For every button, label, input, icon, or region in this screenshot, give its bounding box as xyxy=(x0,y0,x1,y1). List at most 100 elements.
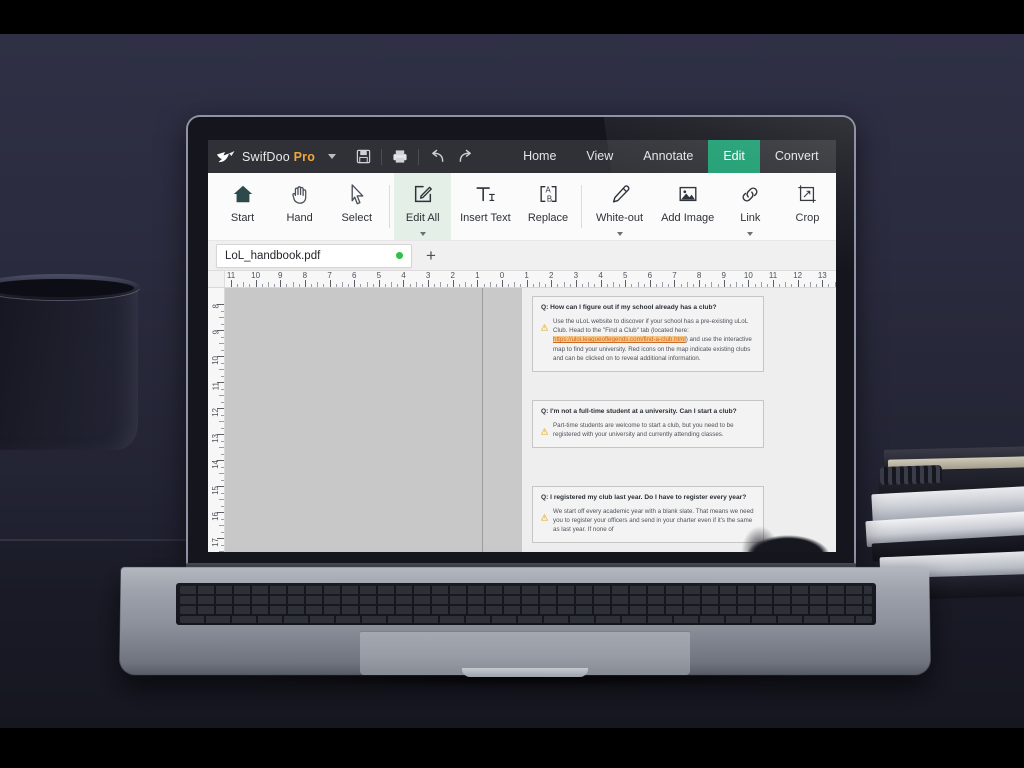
ruler-subtick xyxy=(471,284,473,287)
faq-card[interactable]: Q: I'm not a full-time student at a univ… xyxy=(532,400,764,448)
ribbon-button-insert-text[interactable]: Insert Text xyxy=(451,173,519,240)
app-brand: SwifDoo Pro xyxy=(216,149,337,165)
ruler-subtick xyxy=(619,284,621,287)
ruler-subtick xyxy=(219,395,224,396)
vertical-ruler[interactable]: 8 9 10 11 12 13 14 15 16 17 xyxy=(208,288,225,552)
redo-button[interactable] xyxy=(452,145,478,169)
menu-item-view[interactable]: View xyxy=(571,140,628,173)
chevron-down-icon[interactable] xyxy=(419,232,426,236)
ribbon-button-start[interactable]: Start xyxy=(214,173,271,240)
page-gutter xyxy=(484,288,522,552)
ruler-subtick xyxy=(686,282,688,287)
ruler-label: 13 xyxy=(817,271,827,280)
ruler-subtick xyxy=(606,284,608,287)
ruler-subtick xyxy=(219,473,224,474)
menu-item-convert[interactable]: Convert xyxy=(760,140,834,173)
ruler-subtick xyxy=(816,284,818,287)
ruler-tick xyxy=(452,280,454,287)
ruler-subtick xyxy=(631,284,633,287)
title-bar: SwifDoo Pro Home View Annotate Edit Conv… xyxy=(208,140,836,173)
ruler-tick xyxy=(625,280,627,287)
unsaved-indicator-dot xyxy=(396,252,403,259)
ribbon-button-add-image[interactable]: Add Image xyxy=(654,173,722,240)
faq-card[interactable]: Q: How can I figure out if my school alr… xyxy=(532,296,764,372)
ruler-subtick xyxy=(662,282,664,287)
ruler-label: 8 xyxy=(696,271,702,280)
page-left-pane xyxy=(225,288,483,552)
ruler-subtick xyxy=(760,282,762,287)
ruler-label: 12 xyxy=(793,271,803,280)
ribbon-button-link[interactable]: Link xyxy=(722,173,779,240)
document-tab-strip: LoL_handbook.pdf + xyxy=(208,241,836,271)
ruler-subtick xyxy=(637,282,639,287)
chevron-down-icon[interactable] xyxy=(747,232,754,236)
ruler-subtick xyxy=(421,284,423,287)
new-tab-button[interactable]: + xyxy=(418,244,444,268)
ruler-tick xyxy=(748,280,750,287)
ribbon-button-hand[interactable]: Hand xyxy=(271,173,328,240)
ruler-subtick xyxy=(828,284,830,287)
chevron-down-icon[interactable] xyxy=(616,232,623,236)
menu-item-annotate[interactable]: Annotate xyxy=(628,140,708,173)
laptop-front-notch xyxy=(462,668,588,677)
ribbon-button-label: Start xyxy=(230,212,255,224)
ruler-subtick xyxy=(372,284,374,287)
ruler-label: 8 xyxy=(211,304,220,309)
ruler-subtick xyxy=(742,284,744,287)
document-tab[interactable]: LoL_handbook.pdf xyxy=(216,243,412,268)
ruler-subtick xyxy=(221,427,224,429)
warning-triangle-icon xyxy=(541,323,548,331)
ruler-subtick xyxy=(495,284,497,287)
ruler-tick xyxy=(477,280,479,287)
ruler-subtick xyxy=(341,282,343,287)
ruler-label: 5 xyxy=(622,271,628,280)
ribbon-button-select[interactable]: Select xyxy=(328,173,385,240)
svg-text:A: A xyxy=(545,186,551,195)
brand-text: SwifDoo Pro xyxy=(242,149,316,164)
ruler-subtick xyxy=(668,284,670,287)
menu-item-edit[interactable]: Edit xyxy=(708,140,760,173)
faq-card[interactable]: Q: I registered my club last year. Do I … xyxy=(532,486,764,543)
ruler-label: 11 xyxy=(211,382,220,391)
ruler-subtick xyxy=(508,284,510,287)
ribbon-button-edit-all[interactable]: Edit All xyxy=(394,173,452,240)
warning-triangle-icon xyxy=(541,421,548,440)
save-button[interactable] xyxy=(350,145,376,169)
ruler-subtick xyxy=(221,492,224,494)
ruler-subtick xyxy=(267,282,269,287)
ruler-subtick xyxy=(834,282,836,287)
pdf-page[interactable]: Q: How can I figure out if my school alr… xyxy=(522,288,836,552)
ruler-label: 12 xyxy=(211,408,220,417)
ribbon-button-replace[interactable]: A B Replace xyxy=(519,173,576,240)
undo-icon xyxy=(431,149,443,162)
ruler-label: 11 xyxy=(226,271,236,280)
print-button[interactable] xyxy=(387,145,413,169)
ruler-subtick xyxy=(221,349,224,351)
chevron-down-icon[interactable] xyxy=(328,154,337,159)
ruler-subtick xyxy=(221,401,224,403)
ruler-subtick xyxy=(612,282,614,287)
menu-item-home[interactable]: Home xyxy=(508,140,571,173)
ruler-subtick xyxy=(335,284,337,287)
ruler-subtick xyxy=(391,282,393,287)
swifdoo-pro-application: SwifDoo Pro Home View Annotate Edit Conv… xyxy=(208,140,836,552)
ribbon-button-crop[interactable]: Crop xyxy=(779,173,836,240)
ruler-subtick xyxy=(483,284,485,287)
ribbon-button-white-out[interactable]: White-out xyxy=(585,173,653,240)
ruler-subtick xyxy=(221,323,224,325)
ruler-subtick xyxy=(221,466,224,468)
ribbon-divider xyxy=(389,185,391,228)
horizontal-ruler[interactable]: 11 10 9 8 7 6 5 4 3 2 1 0 1 2 3 4 5 6 7 8 9 10 11 12 13 xyxy=(208,271,836,288)
faq-answer-link[interactable]: https://uloi.leagueoflegends.com/find-a-… xyxy=(553,336,686,344)
document-canvas[interactable]: Q: How can I figure out if my school alr… xyxy=(225,288,836,552)
faq-answer-row: Part-time students are welcome to start … xyxy=(541,421,755,440)
ruler-tick xyxy=(231,280,232,287)
ruler-subtick xyxy=(274,284,276,287)
ruler-subtick xyxy=(219,551,224,552)
menu-item-page[interactable]: Page xyxy=(834,140,836,173)
document-body: 8 9 10 11 12 13 14 15 16 17 Q: How can I figure o… xyxy=(208,288,836,552)
ruler-subtick xyxy=(384,284,386,287)
undo-button[interactable] xyxy=(424,145,450,169)
swifdoo-bird-logo-icon xyxy=(217,150,235,162)
laptop-screen: SwifDoo Pro Home View Annotate Edit Conv… xyxy=(208,140,836,552)
